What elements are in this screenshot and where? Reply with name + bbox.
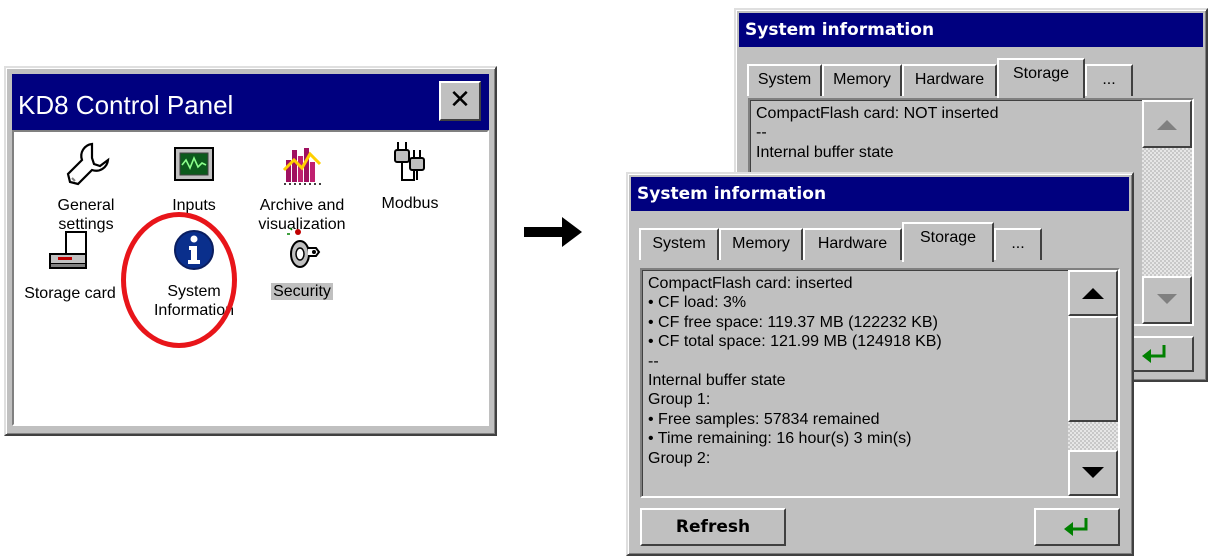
control-panel-icon-area: General settings Inputs Archive and visu…: [12, 130, 489, 426]
close-icon: ✕: [449, 85, 471, 115]
security-item[interactable]: Security: [242, 226, 362, 301]
scroll-up-button-back[interactable]: [1142, 100, 1192, 148]
security-key-icon: [278, 226, 326, 274]
system-info-title-back: System information: [739, 13, 1203, 47]
scroll-down-button[interactable]: [1068, 450, 1118, 496]
security-label: Security: [271, 283, 333, 300]
scroll-down-button-back[interactable]: [1142, 276, 1192, 324]
scroll-thumb[interactable]: [1068, 316, 1118, 422]
scroll-up-button[interactable]: [1068, 270, 1118, 316]
control-panel-title-bar: KD8 Control Panel ✕: [12, 74, 489, 130]
info-line: CompactFlash card: inserted: [648, 275, 853, 292]
refresh-button[interactable]: Refresh: [640, 508, 786, 546]
scroll-up-icon: [1157, 120, 1177, 130]
enter-icon: [1142, 345, 1166, 363]
info-line: • Free samples: 57834 remained: [648, 410, 880, 428]
info-line: Group 1:: [648, 391, 711, 409]
modbus-item[interactable]: Modbus: [350, 138, 470, 213]
info-line: • CF free space: 119.37 MB (122232 KB): [648, 313, 938, 331]
scrollbar-back[interactable]: [1142, 100, 1192, 324]
tab-hardware[interactable]: Hardware: [803, 228, 902, 260]
archive-label-1: Archive and: [259, 197, 345, 214]
highlight-circle: [121, 212, 237, 348]
tab-more-back[interactable]: ...: [1085, 64, 1133, 96]
info-line: Internal buffer state: [756, 143, 894, 161]
info-line: --: [648, 352, 659, 370]
archive-visualization-item[interactable]: Archive and visualization: [242, 140, 362, 234]
general-settings-item[interactable]: General settings: [26, 140, 146, 234]
tab-more[interactable]: ...: [994, 228, 1042, 260]
info-line: • CF total space: 121.99 MB (124918 KB): [648, 333, 942, 351]
tab-memory-back[interactable]: Memory: [822, 64, 902, 96]
modbus-plug-icon: [386, 138, 434, 186]
archive-chart-icon: [278, 140, 326, 188]
tab-hardware-back[interactable]: Hardware: [902, 64, 997, 96]
tab-system[interactable]: System: [639, 228, 719, 260]
close-button[interactable]: ✕: [439, 81, 481, 121]
scroll-up-icon: [1082, 288, 1104, 299]
info-line: --: [756, 124, 767, 142]
scroll-down-icon: [1082, 467, 1104, 478]
inputs-item[interactable]: Inputs: [134, 140, 254, 215]
tab-storage[interactable]: Storage: [902, 222, 994, 262]
info-line: • CF load: 3%: [648, 294, 747, 312]
info-line: • Time remaining: 16 hour(s) 3 min(s): [648, 430, 912, 448]
scroll-down-icon: [1157, 294, 1177, 304]
enter-button[interactable]: [1034, 508, 1120, 546]
info-line: CompactFlash card: NOT inserted: [756, 105, 999, 122]
storage-card-label: Storage card: [24, 285, 116, 302]
system-info-title-front: System information: [631, 177, 1129, 211]
right-arrow-icon: [524, 217, 582, 251]
scrollbar[interactable]: [1068, 270, 1118, 496]
tab-storage-back[interactable]: Storage: [997, 58, 1085, 98]
modbus-label: Modbus: [381, 195, 439, 212]
wrench-icon: [62, 140, 110, 188]
system-info-window-front: System information System Memory Hardwar…: [626, 172, 1134, 556]
storage-card-item[interactable]: Storage card: [10, 228, 130, 303]
general-settings-label-1: General: [57, 197, 115, 214]
info-line: Group 2:: [648, 449, 711, 467]
enter-icon: [1064, 518, 1088, 536]
control-panel-title: KD8 Control Panel: [18, 90, 234, 120]
inputs-monitor-icon: [170, 140, 218, 188]
tab-memory[interactable]: Memory: [719, 228, 803, 260]
control-panel-window: KD8 Control Panel ✕ General settings Inp…: [4, 66, 497, 436]
storage-card-icon: [46, 228, 94, 276]
storage-info-panel: CompactFlash card: inserted • CF load: 3…: [640, 268, 1120, 498]
inputs-label: Inputs: [172, 197, 216, 214]
tab-system-back[interactable]: System: [747, 64, 822, 96]
info-line: Internal buffer state: [648, 372, 786, 390]
